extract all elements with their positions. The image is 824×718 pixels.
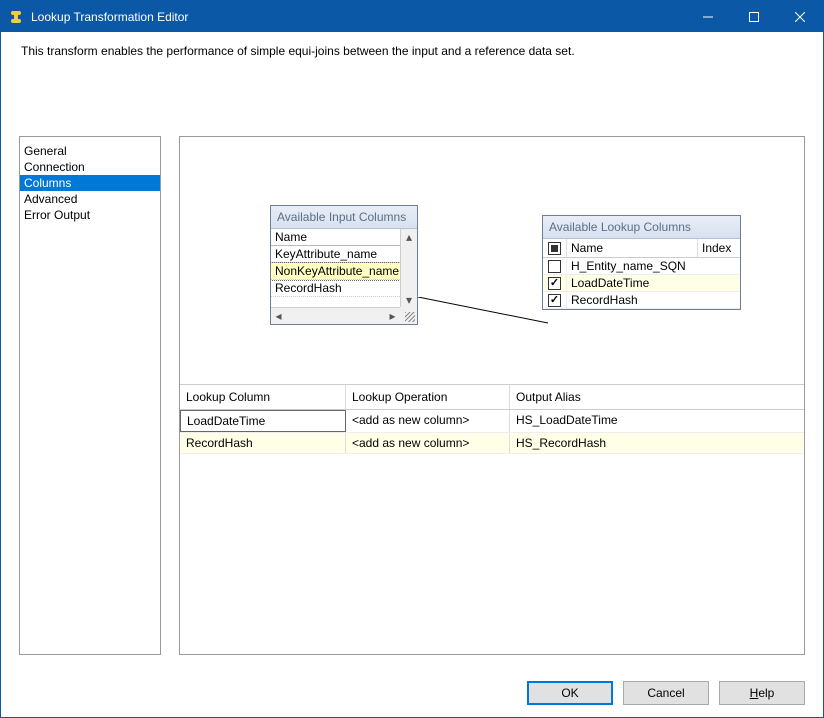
lookup-checkall[interactable] xyxy=(543,239,567,257)
window-controls xyxy=(685,1,823,32)
main-panel: Available Input Columns Name KeyAttribut… xyxy=(179,136,805,655)
app-icon xyxy=(7,8,25,26)
grid-cell-lookup-operation[interactable]: <add as new column> xyxy=(346,433,510,453)
sidebar-item-advanced[interactable]: Advanced xyxy=(20,191,160,207)
resize-grip-icon[interactable] xyxy=(400,307,417,324)
scroll-left-icon[interactable]: ◂ xyxy=(271,309,286,324)
input-column-row[interactable]: RecordHash xyxy=(271,280,400,297)
grid-header-lookup-operation[interactable]: Lookup Operation xyxy=(346,385,510,409)
minimize-button[interactable] xyxy=(685,1,731,32)
grid-cell-output-alias[interactable]: HS_LoadDateTime xyxy=(510,410,804,432)
close-button[interactable] xyxy=(777,1,823,32)
checkbox-icon[interactable] xyxy=(548,260,561,273)
sidebar-item-general[interactable]: General xyxy=(20,143,160,159)
mapping-grid: Lookup Column Lookup Operation Output Al… xyxy=(180,384,804,654)
available-lookup-panel[interactable]: Available Lookup Columns Name Index H_En… xyxy=(542,215,741,310)
description-text: This transform enables the performance o… xyxy=(1,32,823,84)
checkbox-checked-icon[interactable] xyxy=(548,294,561,307)
lookup-row[interactable]: H_Entity_name_SQN xyxy=(543,258,740,275)
grid-cell-lookup-operation[interactable]: <add as new column> xyxy=(346,410,510,432)
maximize-button[interactable] xyxy=(731,1,777,32)
grid-row[interactable]: RecordHash <add as new column> HS_Record… xyxy=(180,433,804,454)
window-root: Lookup Transformation Editor This transf… xyxy=(0,0,824,718)
available-input-title: Available Input Columns xyxy=(271,206,417,229)
window-title: Lookup Transformation Editor xyxy=(31,10,685,24)
grid-header-lookup-column[interactable]: Lookup Column xyxy=(180,385,346,409)
available-input-panel[interactable]: Available Input Columns Name KeyAttribut… xyxy=(270,205,418,325)
grid-row[interactable]: LoadDateTime <add as new column> HS_Load… xyxy=(180,410,804,433)
grid-cell-output-alias[interactable]: HS_RecordHash xyxy=(510,433,804,453)
sidebar-item-columns[interactable]: Columns xyxy=(20,175,160,191)
ok-button[interactable]: OK xyxy=(527,681,613,705)
sidebar-item-error-output[interactable]: Error Output xyxy=(20,207,160,223)
body-area: General Connection Columns Advanced Erro… xyxy=(1,136,823,669)
cancel-button[interactable]: Cancel xyxy=(623,681,709,705)
lookup-row-label: LoadDateTime xyxy=(567,275,740,291)
available-lookup-title: Available Lookup Columns xyxy=(543,216,740,239)
titlebar: Lookup Transformation Editor xyxy=(1,1,823,32)
grid-cell-lookup-column[interactable]: LoadDateTime xyxy=(180,410,346,432)
checkbox-checked-icon[interactable] xyxy=(548,277,561,290)
scroll-down-icon[interactable]: ▾ xyxy=(402,292,417,307)
grid-header-output-alias[interactable]: Output Alias xyxy=(510,385,804,409)
lookup-header-row: Name Index xyxy=(543,239,740,258)
input-panel-vscroll[interactable]: ▴ ▾ xyxy=(400,229,417,307)
input-list-header[interactable]: Name xyxy=(271,229,400,246)
lookup-row[interactable]: RecordHash xyxy=(543,292,740,309)
input-column-row[interactable]: NonKeyAttribute_name xyxy=(271,263,400,280)
checkbox-mixed-icon[interactable] xyxy=(548,242,561,255)
button-bar: OK Cancel Help xyxy=(1,669,823,717)
input-columns-list: Name KeyAttribute_name NonKeyAttribute_n… xyxy=(271,229,417,324)
section-list: General Connection Columns Advanced Erro… xyxy=(19,136,161,655)
sidebar-item-connection[interactable]: Connection xyxy=(20,159,160,175)
connector-line xyxy=(418,297,548,327)
lookup-row-label: H_Entity_name_SQN xyxy=(567,258,740,274)
lookup-name-header[interactable]: Name xyxy=(567,239,698,257)
scroll-right-icon[interactable]: ▸ xyxy=(385,309,400,324)
grid-empty-space xyxy=(180,454,804,654)
help-button[interactable]: Help xyxy=(719,681,805,705)
scroll-up-icon[interactable]: ▴ xyxy=(402,229,417,244)
input-column-row[interactable]: KeyAttribute_name xyxy=(271,246,400,263)
input-panel-hscroll[interactable]: ◂ ▸ xyxy=(271,307,417,324)
grid-cell-lookup-column[interactable]: RecordHash xyxy=(180,433,346,453)
lookup-index-header[interactable]: Index xyxy=(698,239,740,257)
grid-header: Lookup Column Lookup Operation Output Al… xyxy=(180,385,804,410)
lookup-row[interactable]: LoadDateTime xyxy=(543,275,740,292)
lookup-row-label: RecordHash xyxy=(567,292,740,308)
diagram-area: Available Input Columns Name KeyAttribut… xyxy=(180,137,804,384)
